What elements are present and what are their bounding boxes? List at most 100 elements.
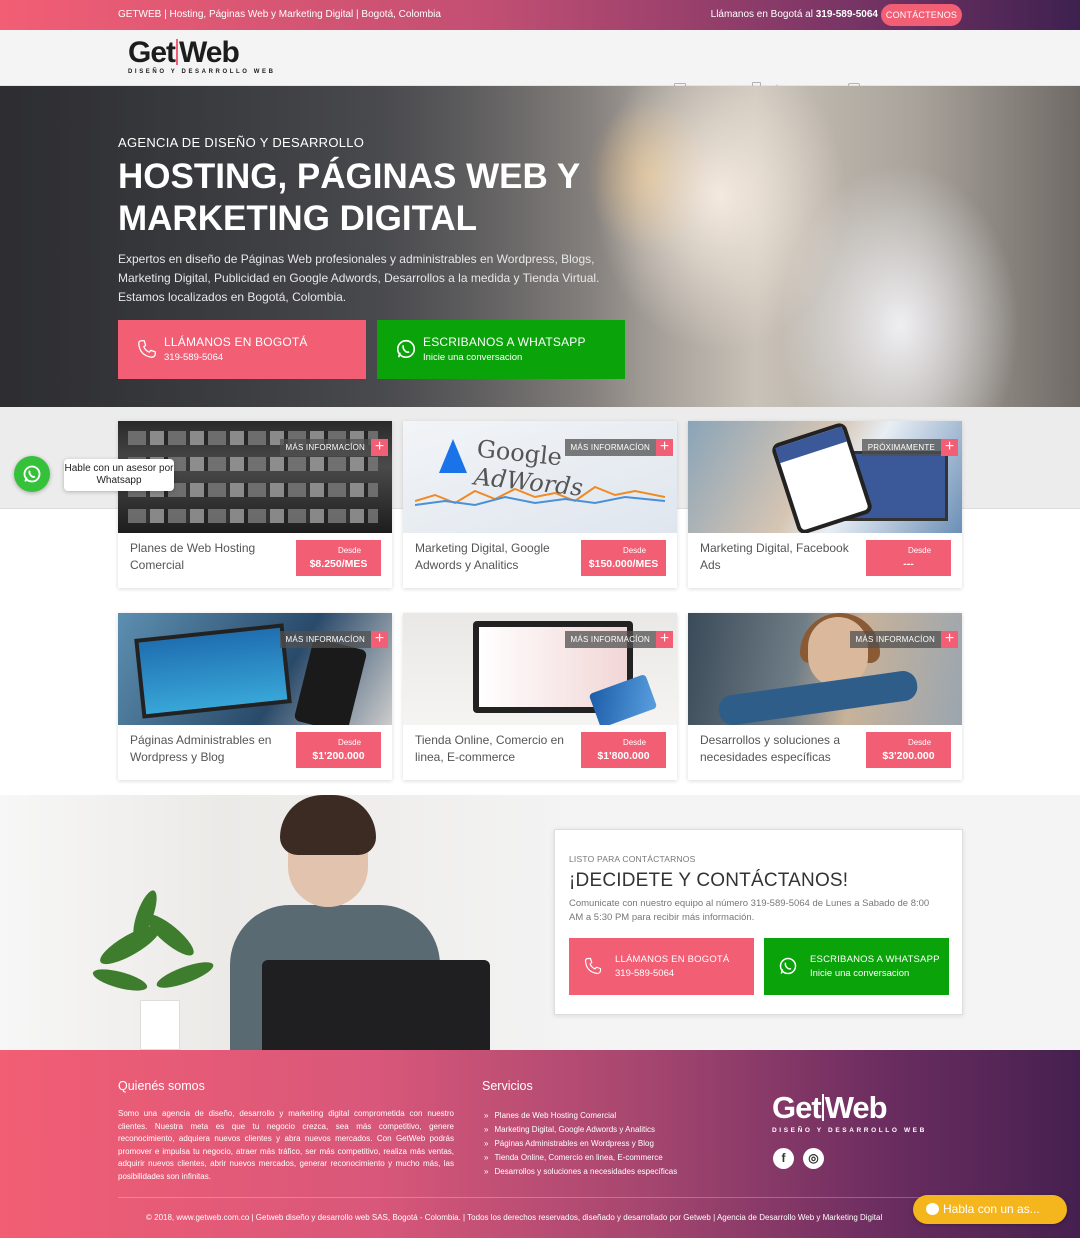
contact-kicker: LISTO PARA CONTÁCTARNOS (569, 854, 696, 864)
service-card-facebook[interactable]: PRÓXIMAMENTE + Marketing Digital, Faceboo… (688, 421, 962, 588)
service-card-ecommerce[interactable]: MÁS INFORMACÍON + Tienda Online, Comercio… (403, 613, 677, 780)
footer-about-heading: Quienés somos (118, 1079, 205, 1093)
hero-banner: AGENCIA DE DISEÑO Y DESARROLLO HOSTING, … (0, 86, 1080, 407)
footer-services-list: Planes de Web Hosting Comercial Marketin… (484, 1109, 677, 1179)
tag-label: MÁS INFORMACÍON (849, 631, 941, 648)
service-title: Páginas Administrables en Wordpress y Bl… (130, 733, 272, 764)
price-value: $1'800.000 (597, 750, 650, 762)
hero-description: Expertos en diseño de Páginas Web profes… (118, 252, 600, 304)
price-badge: Desde $1'200.000 (296, 732, 381, 768)
plus-icon: + (371, 631, 388, 648)
logo-text-left: Get (772, 1090, 822, 1125)
logo-tagline: DISEÑO Y DESARROLLO WEB (128, 69, 276, 75)
more-info-tag[interactable]: MÁS INFORMACÍON + (849, 631, 958, 648)
contact-title: ¡DECIDETE Y CONTÁCTANOS! (569, 870, 849, 891)
phone-prefix: Llámanos en Bogotá al (710, 9, 816, 20)
footer-about-text: Somo una agencia de diseño, desarrollo y… (118, 1109, 454, 1181)
instagram-icon[interactable]: ◎ (803, 1148, 824, 1169)
service-title: Planes de Web Hosting Comercial (130, 541, 256, 572)
footer-logo: Get Web DISEÑO Y DESARROLLO WEB (772, 1090, 932, 1135)
tag-label: PRÓXIMAMENTE (861, 439, 941, 456)
facebook-phone-image (688, 421, 962, 533)
price-badge: Desde $150.000/MES (581, 540, 666, 576)
service-card-adwords[interactable]: Google AdWords MÁS INFORMACÍON + Marketin… (403, 421, 677, 588)
logo-text-left: Get (128, 36, 176, 69)
chat-widget-button[interactable]: Habla con un as... (913, 1195, 1067, 1224)
logo-text-right: Web (179, 36, 240, 69)
more-info-tag[interactable]: MÁS INFORMACÍON + (279, 439, 388, 456)
top-bar-tagline: GETWEB | Hosting, Páginas Web y Marketin… (118, 9, 441, 20)
contact-text: Comunicate con nuestro equipo al número … (569, 898, 930, 923)
service-title: Tienda Online, Comercio en linea, E-comm… (415, 733, 564, 764)
price-value: --- (903, 558, 914, 570)
service-card-wordpress[interactable]: MÁS INFORMACÍON + Páginas Administrables … (118, 613, 392, 780)
contact-whatsapp-button[interactable]: ESCRIBANOS A WHATSAPP Inicie una convers… (764, 938, 949, 995)
plus-icon: + (941, 631, 958, 648)
service-title: Desarrollos y soluciones a necesidades e… (700, 733, 841, 764)
price-badge: Desde --- (866, 540, 951, 576)
plus-icon: + (371, 439, 388, 456)
price-value: $150.000/MES (588, 558, 659, 570)
contact-button[interactable]: CONTÁCTENOS (881, 4, 962, 26)
plus-icon: + (656, 439, 673, 456)
price-label: Desde (337, 738, 362, 747)
developer-image (688, 613, 962, 725)
hero-whatsapp-button[interactable]: ESCRIBANOS A WHATSAPP Inicie una convers… (377, 320, 625, 379)
footer-service-link[interactable]: Desarrollos y soluciones a necesidades e… (484, 1165, 677, 1179)
whatsapp-icon (396, 339, 416, 359)
wordpress-laptop-image (118, 613, 392, 725)
price-value: $1'200.000 (312, 750, 365, 762)
contact-call-button[interactable]: LLÁMANOS EN BOGOTÁ 319-589-5064 (569, 938, 754, 995)
price-label: Desde (622, 738, 647, 747)
top-bar-phone[interactable]: Llámanos en Bogotá al 319-589-5064 (711, 9, 878, 20)
whatsapp-tooltip: Hable con un asesor por Whatsapp (64, 459, 174, 491)
service-card-hosting[interactable]: MÁS INFORMACÍON + Planes de Web Hosting C… (118, 421, 392, 588)
tag-label: MÁS INFORMACÍON (564, 631, 656, 648)
google-adwords-image: Google AdWords (403, 421, 677, 533)
more-info-tag[interactable]: MÁS INFORMACÍON + (564, 631, 673, 648)
plus-icon: + (941, 439, 958, 456)
chat-bubble-icon (926, 1203, 939, 1215)
price-value: $8.250/MES (309, 558, 368, 570)
top-bar: GETWEB | Hosting, Páginas Web y Marketin… (0, 0, 1080, 30)
contact-call-number: 319-589-5064 (615, 968, 675, 979)
price-label: Desde (337, 546, 362, 555)
price-label: Desde (907, 738, 932, 747)
tag-label: MÁS INFORMACÍON (564, 439, 656, 456)
hero-title: HOSTING, PÁGINAS WEB Y MARKETING DIGITAL (118, 157, 580, 238)
coming-soon-tag: PRÓXIMAMENTE + (861, 439, 958, 456)
whatsapp-float-button[interactable] (14, 456, 50, 492)
phone-number[interactable]: 319-589-5064 (816, 9, 878, 20)
getweb-logo[interactable]: Get Web DISEÑO Y DESARROLLO WEB (128, 36, 276, 76)
logo-tagline: DISEÑO Y DESARROLLO WEB (772, 1127, 927, 1134)
more-info-tag[interactable]: MÁS INFORMACÍON + (564, 439, 673, 456)
contact-whatsapp-title: ESCRIBANOS A WHATSAPP (810, 954, 940, 965)
whatsapp-icon (779, 957, 797, 975)
price-value: $3'200.000 (882, 750, 935, 762)
contact-call-title: LLÁMANOS EN BOGOTÁ (615, 954, 730, 965)
hero-kicker: AGENCIA DE DISEÑO Y DESARROLLO (118, 135, 365, 150)
hero-whatsapp-title: ESCRIBANOS A WHATSAPP (423, 335, 586, 349)
service-card-development[interactable]: MÁS INFORMACÍON + Desarrollos y solucione… (688, 613, 962, 780)
hero-call-button[interactable]: LLÁMANOS EN BOGOTÁ 319-589-5064 (118, 320, 366, 379)
footer-service-link[interactable]: Marketing Digital, Google Adwords y Anal… (484, 1123, 677, 1137)
price-label: Desde (622, 546, 647, 555)
online-shop-image (403, 613, 677, 725)
footer-divider (118, 1197, 962, 1198)
phone-icon (584, 957, 602, 975)
footer-service-link[interactable]: Tienda Online, Comercio en linea, E-comm… (484, 1151, 677, 1165)
price-badge: Desde $1'800.000 (581, 732, 666, 768)
service-title: Marketing Digital, Facebook Ads (700, 541, 849, 572)
price-badge: Desde $8.250/MES (296, 540, 381, 576)
plus-icon: + (656, 631, 673, 648)
hero-whatsapp-subtitle: Inicie una conversacion (423, 352, 523, 363)
logo-text-right: Web (824, 1090, 888, 1125)
tag-label: MÁS INFORMACÍON (279, 631, 371, 648)
facebook-icon[interactable]: f (773, 1148, 794, 1169)
footer-service-link[interactable]: Planes de Web Hosting Comercial (484, 1109, 677, 1123)
chat-widget-label: Habla con un as... (943, 1202, 1040, 1216)
more-info-tag[interactable]: MÁS INFORMACÍON + (279, 631, 388, 648)
footer-service-link[interactable]: Páginas Administrables en Wordpress y Bl… (484, 1137, 677, 1151)
price-label: Desde (907, 546, 932, 555)
hero-call-number: 319-589-5064 (164, 352, 224, 363)
